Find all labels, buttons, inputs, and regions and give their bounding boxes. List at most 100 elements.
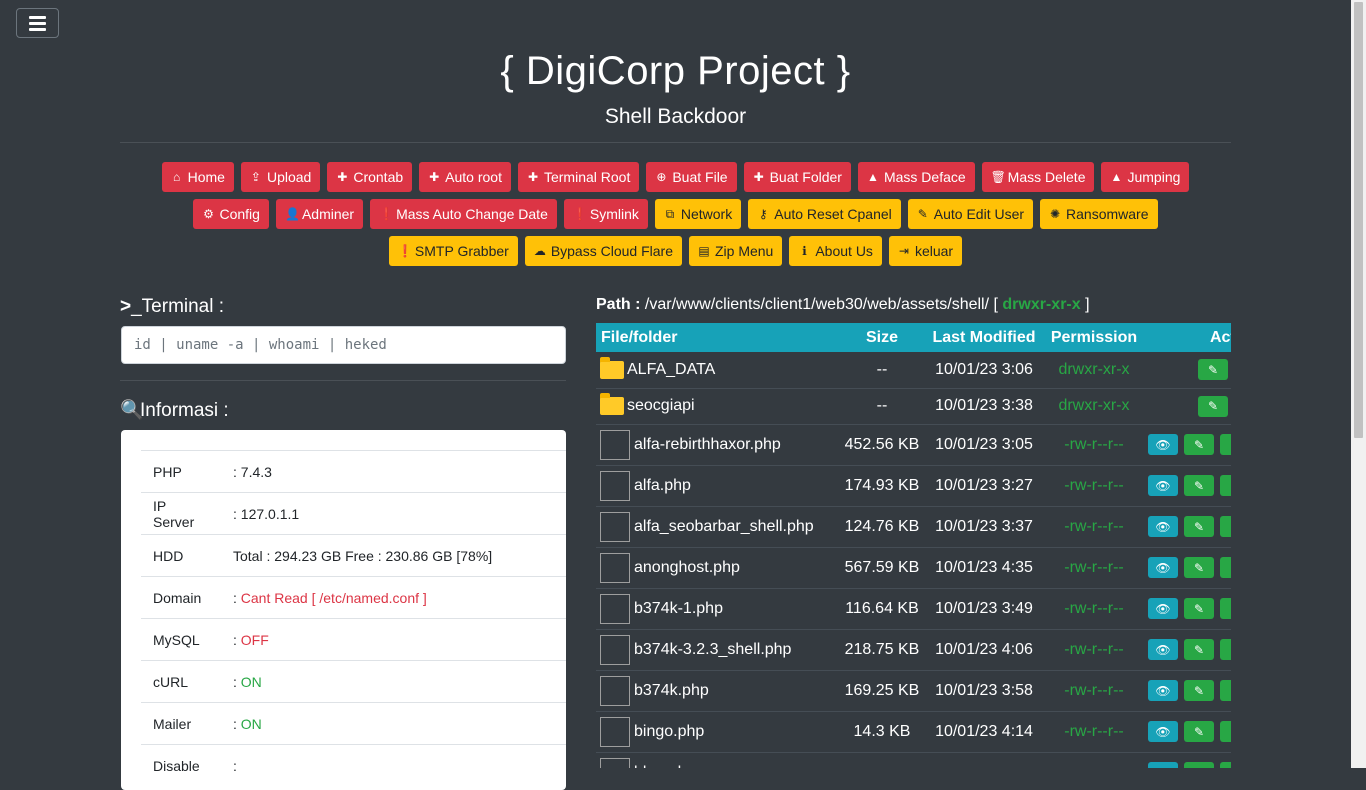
file-name-link[interactable]: blue.php: [634, 764, 695, 768]
symlink-button[interactable]: ❗ Symlink: [563, 199, 648, 229]
rename-button[interactable]: ✎: [1220, 557, 1231, 578]
rename-button[interactable]: ✎: [1220, 721, 1231, 742]
file-name-link[interactable]: b374k-1.php: [634, 600, 723, 617]
auto-root-button[interactable]: ✚ Auto root: [419, 162, 511, 192]
folder-row[interactable]: seocgiapi -- 10/01/23 3:38 drwxr-xr-x ✎: [596, 388, 1231, 425]
folder-row[interactable]: ALFA_DATA -- 10/01/23 3:06 drwxr-xr-x ✎: [596, 352, 1231, 389]
zip-menu-button[interactable]: ▤ Zip Menu: [688, 236, 783, 266]
mass-auto-change-date-button[interactable]: ❗ Mass Auto Change Date: [370, 199, 557, 229]
file-modified: 10/01/23 3:58: [924, 670, 1044, 712]
keluar-button[interactable]: ⇥ keluar: [888, 236, 963, 266]
file-permission[interactable]: -rw-r--r--: [1044, 629, 1144, 671]
info-row: cURL: ON: [141, 660, 566, 703]
edit-button[interactable]: ✎: [1184, 475, 1214, 496]
edit-button[interactable]: ✎: [1184, 434, 1214, 455]
mass-deface-button[interactable]: ▲ Mass Deface: [857, 162, 975, 192]
ransomware-button[interactable]: ✺ Ransomware: [1040, 199, 1158, 229]
rename-button[interactable]: ✎: [1220, 434, 1231, 455]
view-button[interactable]: 👁: [1148, 762, 1178, 768]
mass-delete-button[interactable]: 🗑 Mass Delete: [981, 162, 1095, 192]
rename-button[interactable]: ✎: [1220, 598, 1231, 619]
folder-name-link[interactable]: ALFA_DATA: [627, 361, 715, 378]
file-row[interactable]: b374k-3.2.3_shell.php 218.75 KB 10/01/23 4…: [596, 629, 1231, 671]
file-permission[interactable]: -rw-r--r--: [1044, 424, 1144, 466]
auto-reset-cpanel-button[interactable]: ⚷ Auto Reset Cpanel: [748, 199, 901, 229]
view-button[interactable]: 👁: [1148, 516, 1178, 537]
rename-button[interactable]: ✎: [1220, 516, 1231, 537]
view-button[interactable]: 👁: [1148, 434, 1178, 455]
file-name-link[interactable]: b374k.php: [634, 682, 709, 699]
file-name-link[interactable]: alfa-rebirthhaxor.php: [634, 436, 781, 453]
file-permission[interactable]: -rw-r--r--: [1044, 547, 1144, 589]
view-button[interactable]: 👁: [1148, 598, 1178, 619]
buat-file-button[interactable]: ⊕ Buat File: [646, 162, 737, 192]
rename-button[interactable]: ✎: [1198, 359, 1228, 381]
file-row[interactable]: alfa-rebirthhaxor.php 452.56 KB 10/01/23 3…: [596, 424, 1231, 466]
file-permission[interactable]: drwxr-xr-x: [1044, 388, 1144, 425]
info-row: IP Server: 127.0.1.1: [141, 492, 566, 535]
edit-button[interactable]: ✎: [1184, 762, 1214, 768]
file-name-link[interactable]: b374k-3.2.3_shell.php: [634, 641, 791, 658]
jumping-button[interactable]: ▲ Jumping: [1101, 162, 1190, 192]
view-button[interactable]: 👁: [1148, 680, 1178, 701]
buat-folder-button[interactable]: ✚ Buat Folder: [743, 162, 851, 192]
file-permission[interactable]: -rw-r--r--: [1044, 711, 1144, 753]
file-modified: 10/01/23 3:06: [924, 352, 1044, 389]
about-us-button[interactable]: ℹ About Us: [789, 236, 882, 266]
view-button[interactable]: 👁: [1148, 475, 1178, 496]
file-row[interactable]: bingo.php 14.3 KB 10/01/23 4:14 -rw-r--r-- 👁…: [596, 711, 1231, 753]
file-row[interactable]: b374k-1.php 116.64 KB 10/01/23 3:49 -rw-r--…: [596, 588, 1231, 630]
key-icon: ⚷: [758, 207, 768, 221]
file-icon: [600, 429, 630, 460]
view-button[interactable]: 👁: [1148, 557, 1178, 578]
edit-button[interactable]: ✎: [1184, 680, 1214, 701]
network-button[interactable]: ⧉ Network: [654, 199, 742, 229]
file-row[interactable]: blue.php 👁 ✎ ✎: [596, 752, 1231, 768]
file-permission[interactable]: [1044, 752, 1144, 768]
file-name-link[interactable]: anonghost.php: [634, 559, 740, 576]
rename-button[interactable]: ✎: [1198, 395, 1228, 417]
bypass-cloud-flare-button[interactable]: ☁ Bypass Cloud Flare: [524, 236, 682, 266]
file-permission[interactable]: -rw-r--r--: [1044, 506, 1144, 548]
file-row[interactable]: b374k.php 169.25 KB 10/01/23 3:58 -rw-r--r-…: [596, 670, 1231, 712]
edit-button[interactable]: ✎: [1184, 557, 1214, 578]
file-permission[interactable]: -rw-r--r--: [1044, 465, 1144, 507]
file-name-link[interactable]: alfa.php: [634, 477, 691, 494]
auto-edit-user-button[interactable]: ✎ Auto Edit User: [907, 199, 1034, 229]
file-permission[interactable]: -rw-r--r--: [1044, 670, 1144, 712]
path-value[interactable]: /var/www/clients/client1/web30/web/asset…: [645, 296, 989, 313]
file-size: [840, 752, 924, 768]
edit-button[interactable]: ✎: [1184, 639, 1214, 660]
file-row[interactable]: anonghost.php 567.59 KB 10/01/23 4:35 -rw-r…: [596, 547, 1231, 589]
edit-button[interactable]: ✎: [1184, 516, 1214, 537]
folder-name-link[interactable]: seocgiapi: [627, 397, 695, 414]
smtp-grabber-button[interactable]: ❗ SMTP Grabber: [388, 236, 518, 266]
view-button[interactable]: 👁: [1148, 721, 1178, 742]
col-size: Size: [865, 328, 898, 346]
crontab-button[interactable]: ✚ Crontab: [327, 162, 413, 192]
upload-button[interactable]: ⇪ Upload: [240, 162, 321, 192]
terminal-command-input[interactable]: id | uname -a | whoami | heked: [121, 326, 566, 364]
edit-button[interactable]: ✎: [1184, 721, 1214, 742]
rename-button[interactable]: ✎: [1220, 680, 1231, 701]
file-permission[interactable]: drwxr-xr-x: [1044, 352, 1144, 389]
edit-button[interactable]: ✎: [1184, 598, 1214, 619]
rename-button[interactable]: ✎: [1220, 762, 1231, 768]
view-button[interactable]: 👁: [1148, 639, 1178, 660]
menu-toggle-button[interactable]: [16, 8, 59, 38]
home-button[interactable]: ⌂ Home: [161, 162, 234, 192]
scrollbar-thumb[interactable]: [1354, 2, 1363, 438]
home-icon: ⌂: [172, 170, 181, 184]
file-name-link[interactable]: bingo.php: [634, 723, 704, 740]
file-row[interactable]: alfa.php 174.93 KB 10/01/23 3:27 -rw-r--r--…: [596, 465, 1231, 507]
rename-button[interactable]: ✎: [1220, 639, 1231, 660]
file-name-link[interactable]: alfa_seobarbar_shell.php: [634, 518, 814, 535]
rename-button[interactable]: ✎: [1220, 475, 1231, 496]
page-scrollbar[interactable]: [1351, 0, 1366, 768]
file-permission[interactable]: -rw-r--r--: [1044, 588, 1144, 630]
button-label: Auto root: [445, 169, 502, 185]
terminal-root-button[interactable]: ✚ Terminal Root: [517, 162, 640, 192]
file-row[interactable]: alfa_seobarbar_shell.php 124.76 KB 10/01/2…: [596, 506, 1231, 548]
config-button[interactable]: ⚙ Config: [193, 199, 269, 229]
adminer-button[interactable]: 👤 Adminer: [275, 199, 364, 229]
